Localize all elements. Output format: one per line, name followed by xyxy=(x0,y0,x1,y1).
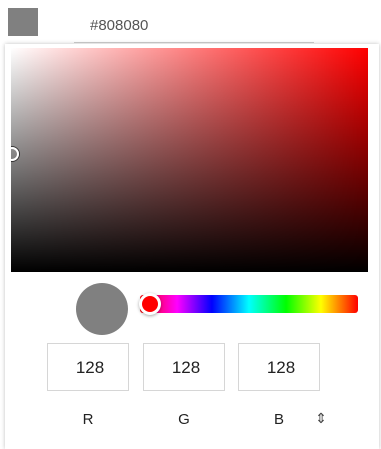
updown-chevron-icon[interactable]: ⇕ xyxy=(311,410,331,432)
red-label: R xyxy=(82,411,94,428)
blue-field[interactable] xyxy=(238,343,323,392)
red-input[interactable] xyxy=(48,344,132,392)
current-color-swatch xyxy=(8,8,38,36)
hex-field[interactable] xyxy=(74,8,314,43)
color-picker-panel: R G B ⇕ xyxy=(5,44,379,449)
blue-input[interactable] xyxy=(239,344,323,392)
color-preview-circle xyxy=(76,283,128,335)
red-field[interactable] xyxy=(47,343,132,392)
hue-slider[interactable] xyxy=(140,295,358,313)
blue-label: B xyxy=(273,411,284,428)
green-input[interactable] xyxy=(144,344,228,392)
saturation-value-handle[interactable] xyxy=(11,147,19,161)
hue-slider-handle[interactable] xyxy=(139,293,161,315)
saturation-value-area[interactable] xyxy=(11,48,368,272)
green-label: G xyxy=(178,411,190,428)
hex-input[interactable] xyxy=(74,8,314,42)
green-field[interactable] xyxy=(143,343,228,392)
